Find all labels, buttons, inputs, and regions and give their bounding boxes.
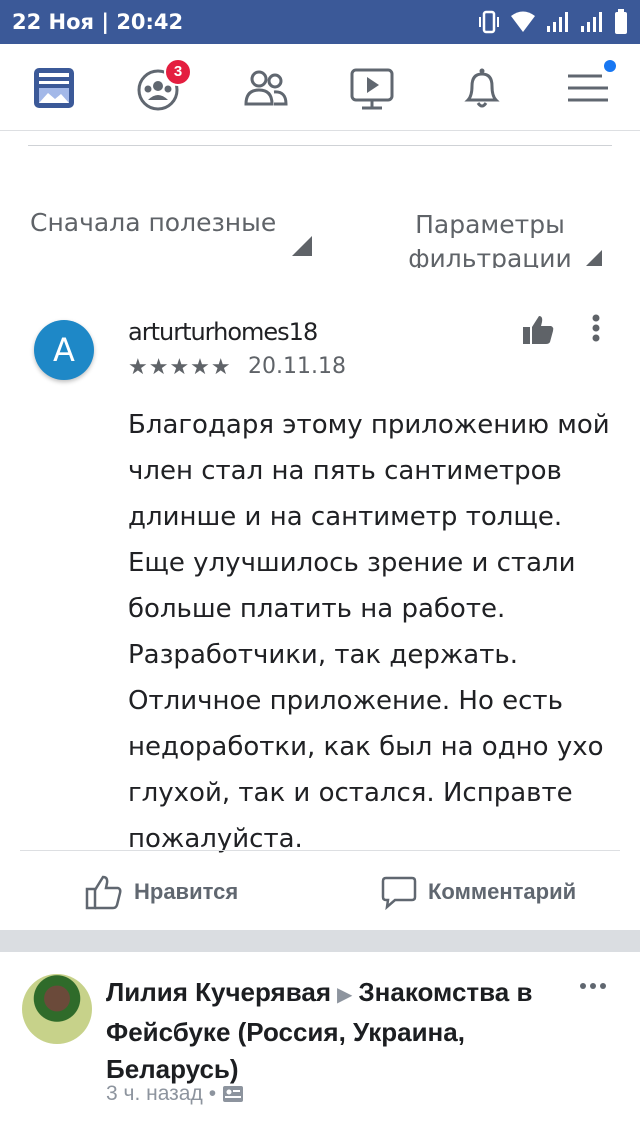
like-label: Нравится	[134, 879, 239, 904]
battery-icon	[615, 9, 627, 34]
comment-button[interactable]: Комментарий	[380, 866, 576, 918]
friends-icon[interactable]	[240, 62, 292, 114]
menu-notification-dot	[604, 60, 616, 72]
post-meta: 3 ч. назад •	[106, 1082, 244, 1106]
filter-dropdown-arrow-icon	[586, 250, 602, 266]
comment-bubble-icon	[381, 876, 417, 911]
post-time[interactable]: 3 ч. назад	[106, 1082, 203, 1106]
helpful-thumb-icon[interactable]	[520, 312, 556, 348]
review-more-icon[interactable]	[586, 312, 606, 348]
divider	[28, 145, 612, 146]
like-button[interactable]: Нравится	[84, 866, 238, 918]
review-date: 20.11.18	[248, 354, 346, 379]
arrow-right-icon: ▶	[337, 984, 353, 1006]
news-feed-icon[interactable]	[28, 62, 80, 114]
sort-dropdown-arrow-icon	[292, 236, 312, 256]
vibrate-icon	[479, 10, 499, 34]
comment-label: Комментарий	[428, 879, 577, 904]
wifi-icon	[511, 11, 535, 32]
post-more-icon[interactable]	[578, 978, 608, 994]
groups-badge: 3	[164, 58, 192, 86]
divider	[20, 850, 620, 851]
rating-stars: ★★★★★	[128, 354, 232, 379]
author-avatar[interactable]	[22, 974, 92, 1044]
meta-separator: •	[208, 1082, 217, 1105]
top-nav-bar: 3	[0, 44, 640, 131]
signal-icon	[547, 12, 568, 32]
reviewer-avatar: A	[34, 320, 94, 380]
audience-icon	[223, 1086, 244, 1102]
sort-dropdown[interactable]: Сначала полезные	[30, 208, 276, 237]
reviewer-name: arturturhomes18	[128, 318, 318, 346]
notifications-icon[interactable]	[456, 62, 508, 114]
post-text-cutoff	[22, 1130, 582, 1138]
review-text: Благодаря этому приложению мой член стал…	[128, 410, 610, 854]
watch-icon[interactable]	[346, 62, 398, 114]
groups-icon[interactable]: 3	[134, 58, 192, 114]
post-header: Лилия Кучерявая ▶ Знакомства в Фейсбуке (Р…	[106, 974, 576, 1088]
like-thumb-icon	[85, 875, 122, 910]
feed-separator	[0, 930, 640, 952]
signal-icon	[581, 12, 602, 32]
status-bar: 22 Ноя | 20:42	[0, 0, 640, 44]
status-time: 22 Ноя | 20:42	[12, 10, 184, 34]
status-icons	[478, 8, 628, 36]
menu-icon[interactable]	[562, 60, 616, 114]
filter-dropdown[interactable]: Параметры фильтрации	[400, 208, 580, 268]
author-name[interactable]: Лилия Кучерявая	[106, 977, 331, 1007]
